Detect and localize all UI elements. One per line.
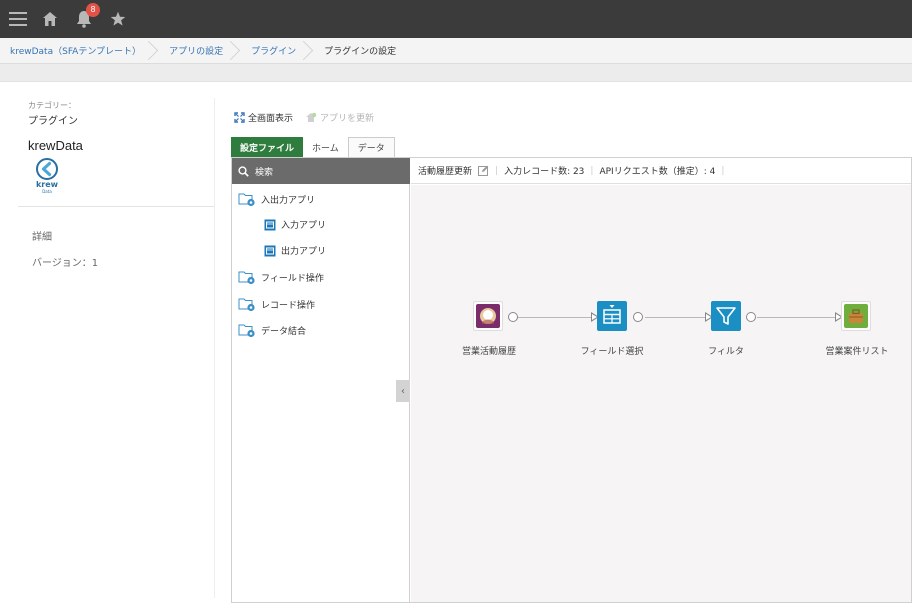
api-request-count: APIリクエスト数（推定）: 4 <box>599 167 716 177</box>
update-app-label: アプリを更新 <box>320 113 375 124</box>
search-label: 検索 <box>255 167 274 178</box>
flow-name: 活動履歴更新 <box>418 167 473 177</box>
notification-bell-button[interactable]: 8 <box>70 0 100 38</box>
node-label: フィールド選択 <box>580 347 644 357</box>
update-app-button[interactable]: アプリを更新 <box>305 111 374 124</box>
app-tile-icon <box>264 219 276 230</box>
folder-gear-icon <box>238 193 255 207</box>
flow-connector <box>645 317 705 318</box>
tree-folder-data-join[interactable]: データ結合 <box>238 322 306 338</box>
header-separator: | <box>721 165 725 176</box>
hamburger-menu-icon[interactable] <box>6 0 30 38</box>
collapse-tree-button[interactable]: ‹ <box>396 380 410 402</box>
header-divider-band <box>0 64 912 82</box>
tree-folder-record-ops[interactable]: レコード操作 <box>238 296 315 312</box>
person-app-icon <box>476 304 500 328</box>
tree-folder-label: データ結合 <box>261 326 307 337</box>
flow-node-sales-deals[interactable] <box>841 301 871 331</box>
home-icon[interactable] <box>40 0 60 38</box>
folder-gear-icon <box>238 298 255 312</box>
app-root: 8 krewData（SFAテンプレート） アプリの設定 プラグイン プラグイン… <box>0 0 912 616</box>
flow-editor-panel: 検索 入出力アプリ 入力アプリ 出力アプリ フィールド操作 レコード操作 データ… <box>231 157 912 603</box>
plugin-name: krewData <box>28 138 83 153</box>
tab-settings-file[interactable]: 設定ファイル <box>231 137 304 157</box>
input-record-count: 入力レコード数: 23 <box>504 167 585 177</box>
node-label: フィルタ <box>708 347 744 357</box>
tree-search-bar[interactable]: 検索 <box>232 158 410 184</box>
folder-gear-icon <box>238 324 255 338</box>
header-separator: | <box>495 165 499 176</box>
command-tree: 検索 入出力アプリ 入力アプリ 出力アプリ フィールド操作 レコード操作 データ… <box>232 158 410 602</box>
top-navbar: 8 <box>0 0 912 38</box>
star-icon[interactable] <box>104 0 132 38</box>
output-port[interactable] <box>508 312 518 322</box>
breadcrumb-app-link[interactable]: krewData（SFAテンプレート） <box>0 38 159 63</box>
logo-subtext: Data <box>42 189 52 194</box>
output-port[interactable] <box>633 312 643 322</box>
flow-canvas[interactable]: 営業活動履歴 フィールド選択 フィルタ 営業案件リスト <box>411 185 911 602</box>
plugin-sidebar: カテゴリー： プラグイン krewData krew Data 詳細 バージョン… <box>18 96 214 596</box>
flow-connector <box>757 317 835 318</box>
sidebar-separator <box>214 98 215 598</box>
editor-tabs: 設定ファイル ホーム データ <box>231 137 395 157</box>
notification-badge: 8 <box>86 3 100 17</box>
tree-folder-label: 入出力アプリ <box>261 195 316 206</box>
node-label: 営業活動履歴 <box>461 347 517 357</box>
sidebar-divider <box>18 206 214 207</box>
flow-node-field-select[interactable] <box>597 301 627 331</box>
briefcase-app-icon <box>844 304 868 328</box>
editor-toolbar: 全画面表示 アプリを更新 <box>234 108 386 126</box>
update-app-icon <box>306 112 317 122</box>
folder-gear-icon <box>238 271 255 285</box>
flow-header: 活動履歴更新 | 入力レコード数: 23 | APIリクエスト数（推定）: 4 … <box>411 158 911 184</box>
search-icon <box>238 165 249 177</box>
tree-item-label: 出力アプリ <box>281 247 327 257</box>
flow-node-sales-activity[interactable] <box>473 301 503 331</box>
breadcrumb-current: プラグインの設定 <box>324 47 397 57</box>
tree-folder-label: レコード操作 <box>261 300 316 311</box>
tree-folder-io-apps[interactable]: 入出力アプリ <box>238 191 315 207</box>
fullscreen-button[interactable]: 全画面表示 <box>234 111 293 124</box>
tree-item-input-app[interactable]: 入力アプリ <box>264 218 326 231</box>
flow-node-filter[interactable] <box>711 301 741 331</box>
app-tile-icon <box>264 245 276 256</box>
tab-data[interactable]: データ <box>347 137 395 157</box>
krewdata-logo: krew Data <box>32 158 62 196</box>
fullscreen-label: 全画面表示 <box>248 113 294 124</box>
tree-folder-field-ops[interactable]: フィールド操作 <box>238 269 324 285</box>
tree-folder-label: フィールド操作 <box>261 273 324 284</box>
category-label: カテゴリー： <box>28 101 76 110</box>
logo-text: krew <box>36 180 59 189</box>
header-separator: | <box>590 165 594 176</box>
edit-icon[interactable] <box>478 165 489 176</box>
table-select-icon <box>603 305 621 324</box>
category-value: プラグイン <box>28 116 78 127</box>
tab-home[interactable]: ホーム <box>303 137 348 157</box>
version-label: バージョン：1 <box>32 258 99 269</box>
fullscreen-icon <box>234 111 245 123</box>
output-port[interactable] <box>746 312 756 322</box>
breadcrumb: krewData（SFAテンプレート） アプリの設定 プラグイン プラグインの設… <box>0 38 912 64</box>
tree-item-label: 入力アプリ <box>281 221 327 231</box>
node-label: 営業案件リスト <box>825 347 889 357</box>
filter-icon <box>716 307 736 325</box>
tree-item-output-app[interactable]: 出力アプリ <box>264 244 326 257</box>
breadcrumb-app-settings-link[interactable]: アプリの設定 <box>159 38 241 63</box>
breadcrumb-plugin-link[interactable]: プラグイン <box>241 38 314 63</box>
flow-connector <box>517 317 591 318</box>
detail-link[interactable]: 詳細 <box>32 228 52 243</box>
